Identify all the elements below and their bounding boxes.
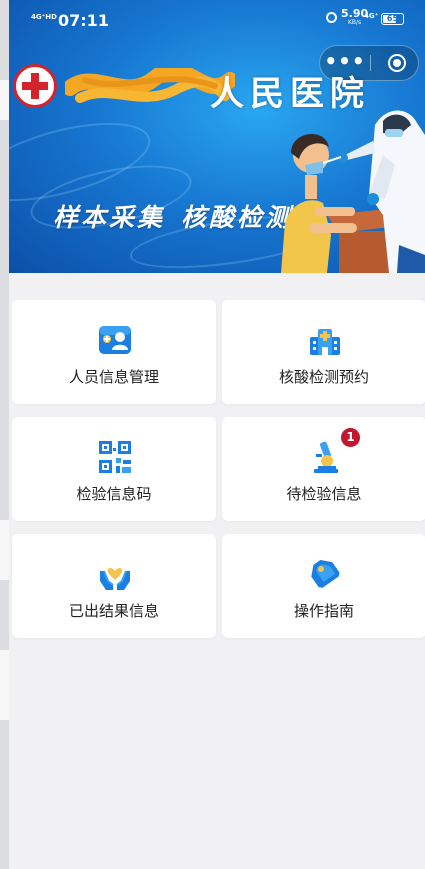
menu-card-guide[interactable]: 操作指南 xyxy=(222,534,425,638)
swab-test-illustration xyxy=(281,110,425,273)
status-time: 07:11 xyxy=(58,11,109,30)
person-card-icon xyxy=(99,326,131,354)
menu-card-inspection-code[interactable]: 检验信息码 xyxy=(12,417,216,521)
menu-card-pending-inspection[interactable]: 1 待检验信息 xyxy=(222,417,425,521)
mini-program-screen: 4G⁺HD 07:11 5.90 KB/s 4G⁺ 65 ••• 人民医院 样本… xyxy=(9,0,425,869)
menu-label-results: 已出结果信息 xyxy=(68,602,159,620)
network-speed-unit: KB/s xyxy=(347,19,362,26)
tag-icon xyxy=(311,559,340,588)
menu-label-personnel-info: 人员信息管理 xyxy=(68,368,159,386)
status-bar: 4G⁺HD 07:11 5.90 KB/s 4G⁺ 65 xyxy=(9,0,425,38)
microscope-icon xyxy=(314,441,338,473)
menu-card-results[interactable]: 已出结果信息 xyxy=(12,534,216,638)
qr-code-icon xyxy=(99,441,131,473)
menu-card-personnel-info[interactable]: 人员信息管理 xyxy=(12,300,216,404)
pending-count-badge: 1 xyxy=(341,428,360,447)
network-indicator: 4G⁺HD xyxy=(31,13,57,21)
battery-icon: 65 xyxy=(381,13,404,25)
banner-sample-collection-text: 样本采集 xyxy=(53,203,166,232)
battery-level: 65 xyxy=(386,14,399,23)
menu-label-guide: 操作指南 xyxy=(293,602,354,620)
red-cross-logo-icon xyxy=(13,64,57,108)
menu-label-test-appointment: 核酸检测预约 xyxy=(278,368,369,386)
signal-indicator: 4G⁺ xyxy=(364,12,379,20)
hero-banner: 4G⁺HD 07:11 5.90 KB/s 4G⁺ 65 ••• 人民医院 样本… xyxy=(9,0,425,273)
menu-card-test-appointment[interactable]: 核酸检测预约 xyxy=(222,300,425,404)
menu-label-inspection-code: 检验信息码 xyxy=(76,485,152,503)
banner-nucleic-test-text: 核酸检测 xyxy=(181,203,294,232)
hands-heart-icon xyxy=(100,568,130,590)
background-app-edge xyxy=(0,0,9,869)
hospital-building-icon xyxy=(310,329,340,355)
close-mini-program-button[interactable] xyxy=(388,54,406,72)
alarm-icon xyxy=(326,12,337,23)
menu-label-pending-inspection: 待检验信息 xyxy=(286,485,362,503)
